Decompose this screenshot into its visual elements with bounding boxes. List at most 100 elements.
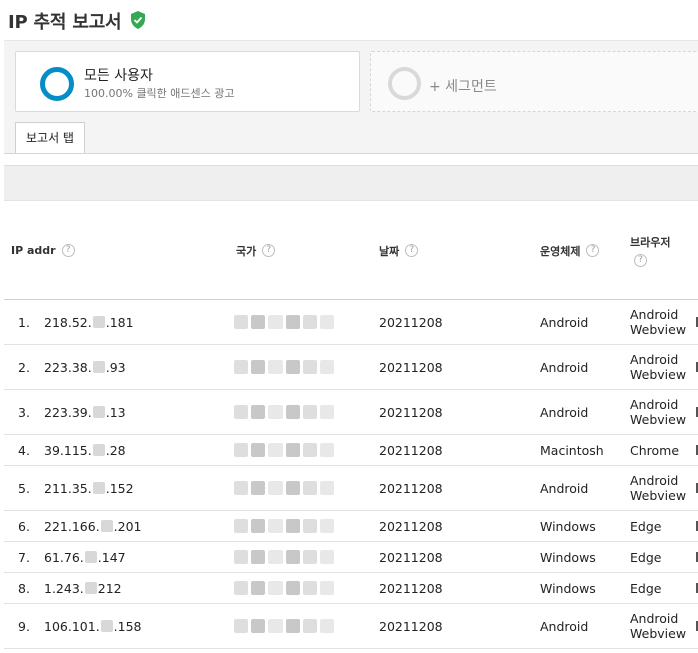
column-label: 운영체제	[540, 244, 581, 258]
country-redacted	[234, 435, 335, 465]
redacted-block	[100, 520, 113, 532]
help-icon[interactable]: ?	[262, 244, 276, 257]
date: 20211208	[379, 359, 443, 375]
redacted-block	[92, 316, 105, 328]
browser: Chrome	[630, 442, 680, 458]
ip-address: 223.38. .93	[44, 359, 126, 375]
row-number: 3.	[18, 404, 30, 420]
os: Android	[540, 404, 589, 420]
segment-name: 모든 사용자	[84, 68, 153, 84]
date: 20211208	[379, 442, 443, 458]
browser: Android Webview	[630, 473, 687, 503]
os: Windows	[540, 549, 596, 565]
table-row[interactable]: 4. 39.115. .28 20211208 Macintosh Chrome	[4, 435, 698, 466]
report-table: IP addr ? 국가 ? 날짜 ? 운영체제 ? 브라우저 ? 1. 218…	[4, 201, 698, 649]
help-icon[interactable]: ?	[634, 254, 647, 267]
ip-address: 221.166. .201	[44, 518, 142, 534]
segment-subtitle: 100.00% 클릭한 애드센스 광고	[84, 87, 235, 100]
date: 20211208	[379, 618, 443, 634]
help-icon[interactable]: ?	[586, 244, 600, 257]
country-redacted	[234, 542, 335, 572]
date: 20211208	[379, 580, 443, 596]
row-number: 5.	[18, 480, 30, 496]
browser: Android Webview	[630, 611, 687, 641]
row-number: 9.	[18, 618, 30, 634]
browser: Edge	[630, 518, 662, 534]
ip-address: 1.243. 212	[44, 580, 122, 596]
column-header-os[interactable]: 운영체제 ?	[540, 201, 600, 300]
redacted-block	[92, 482, 105, 494]
page-title: IP 추적 보고서	[8, 12, 122, 33]
column-header-ip[interactable]: IP addr ?	[11, 201, 75, 300]
country-redacted	[234, 390, 335, 434]
tab-report[interactable]: 보고서 탭	[15, 122, 85, 154]
column-header-browser[interactable]: 브라우저 ?	[630, 201, 670, 300]
column-header-date[interactable]: 날짜 ?	[379, 201, 419, 300]
country-redacted	[234, 573, 335, 603]
table-row[interactable]: 6. 221.166. .201 20211208 Windows Edge	[4, 511, 698, 542]
row-number: 6.	[18, 518, 30, 534]
ip-address: 39.115. .28	[44, 442, 126, 458]
date: 20211208	[379, 404, 443, 420]
ip-address: 106.101. .158	[44, 618, 142, 634]
table-row[interactable]: 2. 223.38. .93 20211208 Android Android W…	[4, 345, 698, 390]
content-divider	[4, 153, 698, 165]
row-number: 1.	[18, 314, 30, 330]
row-number: 7.	[18, 549, 30, 565]
add-segment-label: + 세그먼트	[429, 79, 497, 95]
table-header: IP addr ? 국가 ? 날짜 ? 운영체제 ? 브라우저 ?	[4, 201, 698, 300]
ip-address: 218.52. .181	[44, 314, 134, 330]
browser: Edge	[630, 549, 662, 565]
table-row[interactable]: 5. 211.35. .152 20211208 Android Android …	[4, 466, 698, 511]
verified-shield-icon	[131, 11, 145, 29]
column-label: 국가	[236, 244, 257, 258]
os: Android	[540, 480, 589, 496]
segment-placeholder-icon	[388, 67, 421, 100]
ip-address: 223.39. .13	[44, 404, 126, 420]
os: Android	[540, 314, 589, 330]
table-row[interactable]: 9. 106.101. .158 20211208 Android Android…	[4, 604, 698, 649]
column-label: 날짜	[379, 244, 400, 258]
row-number: 8.	[18, 580, 30, 596]
country-redacted	[234, 466, 335, 510]
date: 20211208	[379, 480, 443, 496]
row-number: 4.	[18, 442, 30, 458]
redacted-block	[84, 551, 97, 563]
segment-area: 모든 사용자 100.00% 클릭한 애드센스 광고 + 세그먼트 보고서 탭	[4, 40, 698, 154]
redacted-block	[84, 582, 97, 594]
country-redacted	[234, 604, 335, 648]
segment-all-users[interactable]: 모든 사용자 100.00% 클릭한 애드센스 광고	[15, 51, 360, 112]
date: 20211208	[379, 549, 443, 565]
os: Windows	[540, 580, 596, 596]
help-icon[interactable]: ?	[61, 244, 75, 257]
country-redacted	[234, 511, 335, 541]
redacted-block	[92, 361, 105, 373]
country-redacted	[234, 300, 335, 344]
os: Android	[540, 618, 589, 634]
date: 20211208	[379, 314, 443, 330]
country-redacted	[234, 345, 335, 389]
column-label: IP addr	[11, 244, 56, 257]
row-number: 2.	[18, 359, 30, 375]
table-row[interactable]: 7. 61.76. .147 20211208 Windows Edge	[4, 542, 698, 573]
browser: Android Webview	[630, 352, 687, 382]
add-segment-button[interactable]: + 세그먼트	[370, 51, 698, 112]
segment-ring-icon	[40, 67, 74, 101]
ip-address: 211.35. .152	[44, 480, 134, 496]
redacted-block	[92, 444, 105, 456]
column-header-country[interactable]: 국가 ?	[236, 201, 276, 300]
browser: Android Webview	[630, 307, 687, 337]
table-row[interactable]: 1. 218.52. .181 20211208 Android Android …	[4, 300, 698, 345]
table-row[interactable]: 8. 1.243. 212 20211208 Windows Edge	[4, 573, 698, 604]
date: 20211208	[379, 518, 443, 534]
os: Macintosh	[540, 442, 604, 458]
table-row[interactable]: 3. 223.39. .13 20211208 Android Android W…	[4, 390, 698, 435]
title-bar: IP 추적 보고서	[0, 0, 698, 40]
os: Windows	[540, 518, 596, 534]
toolbar-band	[4, 165, 698, 201]
ip-address: 61.76. .147	[44, 549, 126, 565]
help-icon[interactable]: ?	[405, 244, 419, 257]
os: Android	[540, 359, 589, 375]
browser: Android Webview	[630, 397, 687, 427]
column-label: 브라우저	[630, 236, 671, 249]
